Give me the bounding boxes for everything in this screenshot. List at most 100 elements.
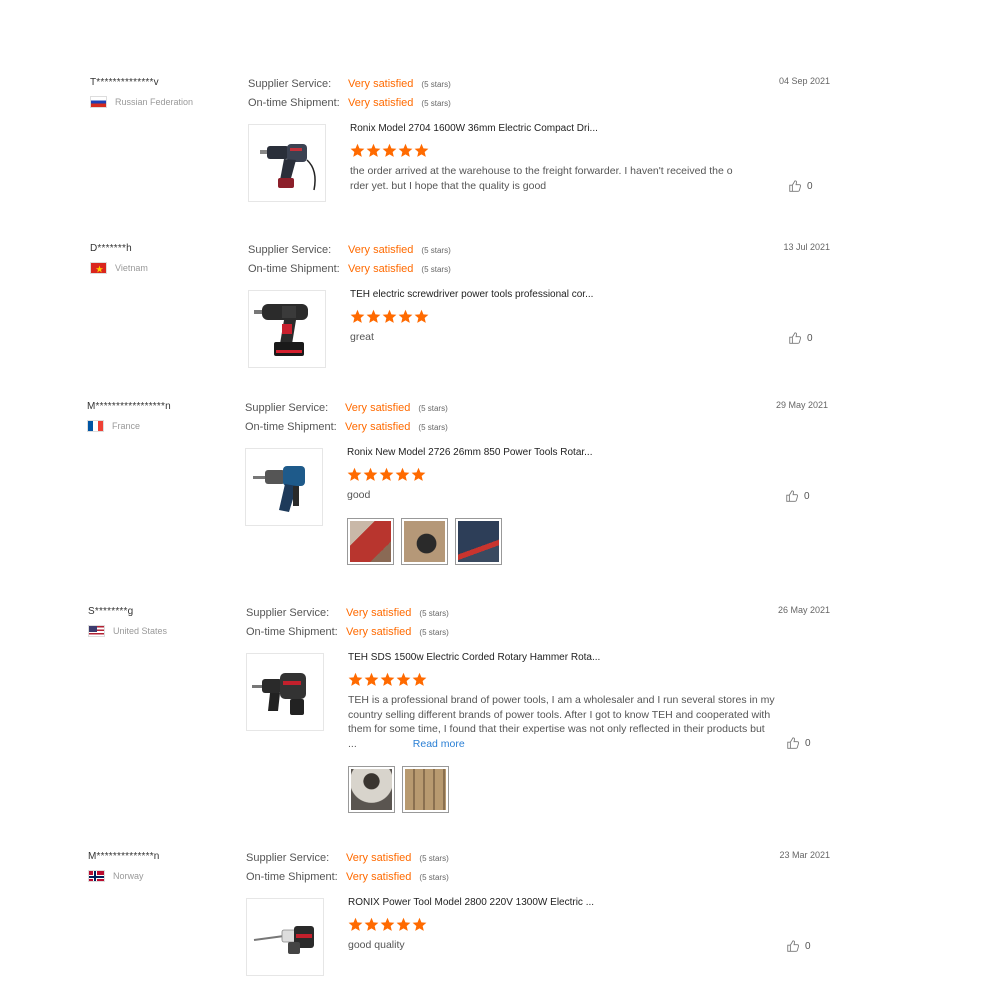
review-photo[interactable] bbox=[455, 518, 502, 565]
shipment-stars: (5 stars) bbox=[419, 628, 449, 637]
shipment-rating: On-time Shipment: Very satisfied (5 stars) bbox=[248, 262, 451, 276]
rotary-hammer-image bbox=[253, 466, 305, 512]
buyer-name: T**************v bbox=[90, 77, 159, 88]
product-title[interactable]: TEH electric screwdriver power tools pro… bbox=[350, 289, 593, 300]
country-label: Russian Federation bbox=[115, 97, 194, 107]
shipment-stars: (5 stars) bbox=[419, 873, 449, 882]
star-icon bbox=[366, 143, 381, 158]
shipment-value: Very satisfied bbox=[346, 626, 412, 638]
review-text: good quality bbox=[348, 939, 405, 951]
review-photo[interactable] bbox=[401, 518, 448, 565]
review-text: the order arrived at the warehouse to th… bbox=[350, 165, 733, 192]
buyer-name: D*******h bbox=[90, 243, 132, 254]
star-icon bbox=[398, 143, 413, 158]
product-title[interactable]: TEH SDS 1500w Electric Corded Rotary Ham… bbox=[348, 652, 600, 663]
shipment-stars: (5 stars) bbox=[418, 423, 448, 432]
supplier-service-stars: (5 stars) bbox=[418, 404, 448, 413]
star-icon bbox=[398, 309, 413, 324]
supplier-service-rating: Supplier Service: Very satisfied (5 stars) bbox=[246, 851, 449, 865]
supplier-service-value: Very satisfied bbox=[345, 402, 411, 414]
like-count: 0 bbox=[804, 490, 810, 502]
star-icon bbox=[380, 672, 395, 687]
norway-flag-icon bbox=[88, 870, 105, 882]
review-photo[interactable] bbox=[347, 518, 394, 565]
like-button[interactable]: 0 bbox=[786, 939, 811, 953]
star-icon bbox=[364, 917, 379, 932]
like-button[interactable]: 0 bbox=[785, 489, 810, 503]
star-icon bbox=[350, 143, 365, 158]
thumbs-up-icon bbox=[785, 489, 799, 503]
thumbs-up-icon bbox=[788, 179, 802, 193]
buyer-info: M**************n Norway bbox=[88, 850, 238, 882]
product-title[interactable]: RONIX Power Tool Model 2800 220V 1300W E… bbox=[348, 897, 594, 908]
like-button[interactable]: 0 bbox=[788, 331, 813, 345]
shipment-value: Very satisfied bbox=[345, 421, 411, 433]
review-text: good bbox=[347, 489, 371, 501]
product-title[interactable]: Ronix New Model 2726 26mm 850 Power Tool… bbox=[347, 447, 593, 458]
star-icon bbox=[380, 917, 395, 932]
country-label: United States bbox=[113, 626, 168, 636]
shipment-value: Very satisfied bbox=[348, 97, 414, 109]
review-date: 13 Jul 2021 bbox=[783, 242, 830, 252]
review-photos bbox=[347, 518, 502, 565]
buyer-name: M**************n bbox=[88, 851, 160, 862]
supplier-service-label: Supplier Service: bbox=[246, 852, 330, 864]
buyer-info: D*******h Vietnam bbox=[90, 242, 240, 274]
review-photo[interactable] bbox=[402, 766, 449, 813]
shipment-label: On-time Shipment: bbox=[246, 626, 338, 638]
review-text: great bbox=[350, 331, 374, 343]
star-icon bbox=[348, 672, 363, 687]
product-thumbnail[interactable] bbox=[246, 653, 324, 731]
shipment-stars: (5 stars) bbox=[421, 265, 451, 274]
like-count: 0 bbox=[807, 180, 813, 192]
star-icon bbox=[348, 917, 363, 932]
review-text-ellipsis: ... bbox=[348, 737, 357, 750]
review-stars bbox=[350, 143, 429, 158]
buyer-info: S********g United States bbox=[88, 605, 238, 637]
thumbs-up-icon bbox=[786, 939, 800, 953]
shipment-label: On-time Shipment: bbox=[246, 871, 338, 883]
supplier-service-label: Supplier Service: bbox=[246, 607, 330, 619]
review-photo[interactable] bbox=[348, 766, 395, 813]
shipment-stars: (5 stars) bbox=[421, 99, 451, 108]
star-icon bbox=[382, 143, 397, 158]
shipment-label: On-time Shipment: bbox=[248, 263, 340, 275]
like-button[interactable]: 0 bbox=[786, 736, 811, 750]
supplier-service-stars: (5 stars) bbox=[419, 854, 449, 863]
product-thumbnail[interactable] bbox=[248, 290, 326, 368]
like-button[interactable]: 0 bbox=[788, 179, 813, 193]
supplier-service-label: Supplier Service: bbox=[248, 78, 332, 90]
product-thumbnail[interactable] bbox=[248, 124, 326, 202]
like-count: 0 bbox=[805, 737, 811, 749]
rotary-hammer-image bbox=[252, 673, 306, 715]
buyer-info: T**************v Russian Federation bbox=[90, 76, 240, 108]
hammer-drill-image bbox=[260, 144, 316, 191]
star-icon bbox=[347, 467, 362, 482]
product-title[interactable]: Ronix Model 2704 1600W 36mm Electric Com… bbox=[350, 123, 598, 134]
buyer-country: Russian Federation bbox=[90, 96, 240, 108]
shipment-rating: On-time Shipment: Very satisfied (5 stars) bbox=[248, 96, 451, 110]
product-thumbnail[interactable] bbox=[245, 448, 323, 526]
read-more-link[interactable]: Read more bbox=[413, 738, 465, 750]
supplier-service-rating: Supplier Service: Very satisfied (5 stars) bbox=[245, 401, 448, 415]
russia-flag-icon bbox=[90, 96, 107, 108]
country-label: Vietnam bbox=[115, 263, 148, 273]
thumbs-up-icon bbox=[786, 736, 800, 750]
supplier-service-label: Supplier Service: bbox=[248, 244, 332, 256]
star-icon bbox=[382, 309, 397, 324]
supplier-service-rating: Supplier Service: Very satisfied (5 stars) bbox=[248, 243, 451, 257]
shipment-rating: On-time Shipment: Very satisfied (5 stars) bbox=[246, 625, 449, 639]
buyer-country: Norway bbox=[88, 870, 238, 882]
review-text: TEH is a professional brand of power too… bbox=[348, 693, 793, 751]
france-flag-icon bbox=[87, 420, 104, 432]
supplier-service-value: Very satisfied bbox=[346, 607, 412, 619]
supplier-service-stars: (5 stars) bbox=[421, 246, 451, 255]
star-icon bbox=[395, 467, 410, 482]
screwdriver-image bbox=[254, 304, 308, 356]
star-icon bbox=[363, 467, 378, 482]
product-thumbnail[interactable] bbox=[246, 898, 324, 976]
supplier-service-value: Very satisfied bbox=[348, 78, 414, 90]
star-icon bbox=[411, 467, 426, 482]
star-icon bbox=[366, 309, 381, 324]
buyer-name: S********g bbox=[88, 606, 134, 617]
